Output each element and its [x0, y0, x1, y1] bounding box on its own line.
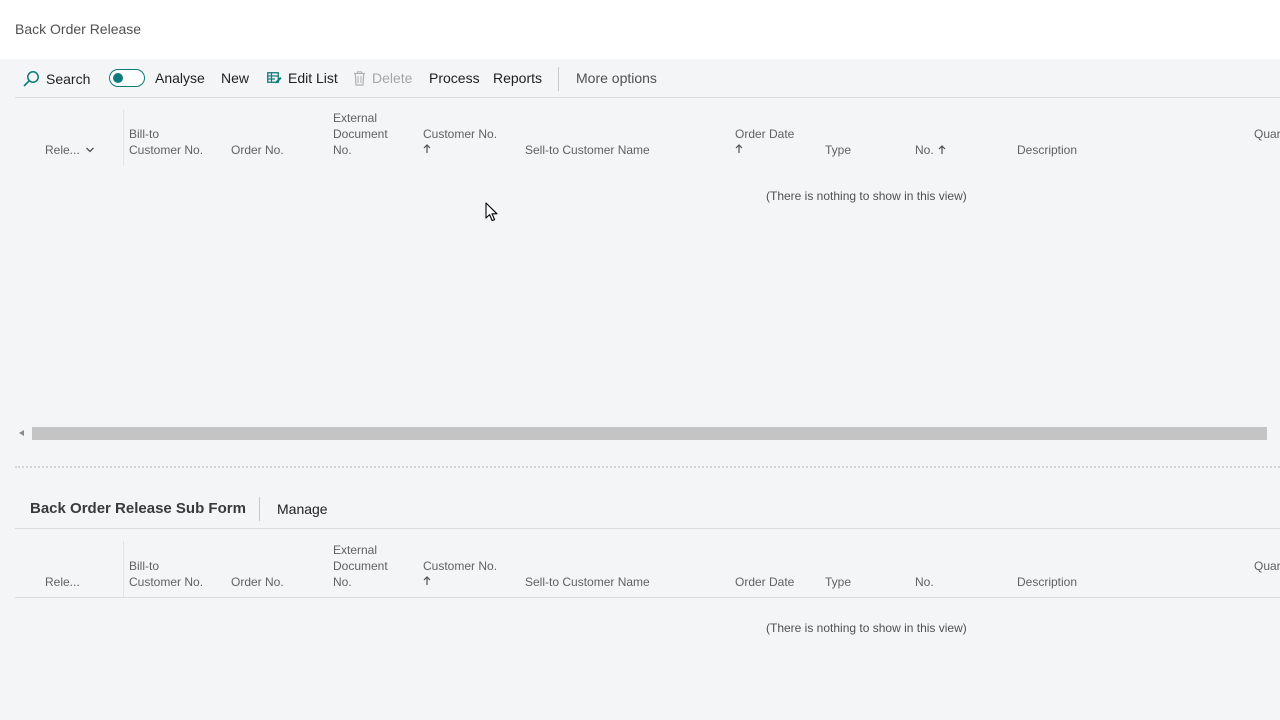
- column-order-date[interactable]: Order Date: [735, 574, 794, 590]
- column-description[interactable]: Description: [1017, 574, 1077, 590]
- scroll-left-icon[interactable]: [19, 430, 24, 436]
- subform-grid-empty-message: (There is nothing to show in this view): [766, 621, 967, 635]
- mouse-pointer-icon: [485, 202, 498, 222]
- column-type[interactable]: Type: [825, 574, 851, 590]
- subform-header-divider: [15, 597, 1280, 598]
- column-external-document-no[interactable]: External Document No.: [333, 110, 388, 158]
- column-divider: [123, 110, 124, 166]
- column-order-no[interactable]: Order No.: [231, 142, 284, 158]
- delete-label: Delete: [372, 70, 413, 86]
- column-label-line: Bill-to: [129, 127, 160, 141]
- column-label-line: No.: [333, 575, 352, 589]
- column-type[interactable]: Type: [825, 142, 851, 158]
- column-description[interactable]: Description: [1017, 142, 1077, 158]
- subform-grid-header: Rele... Bill-to Customer No. Order No. E…: [15, 541, 1280, 597]
- arrow-up-icon: [938, 145, 946, 154]
- column-bill-to-customer-no[interactable]: Bill-to Customer No.: [129, 558, 203, 590]
- edit-list-button[interactable]: Edit List: [267, 70, 338, 86]
- column-label-line: Bill-to: [129, 559, 160, 573]
- subform-title: Back Order Release Sub Form: [30, 500, 246, 517]
- arrow-up-icon: [423, 574, 497, 590]
- analyse-toggle[interactable]: [109, 69, 145, 87]
- search-label: Search: [46, 70, 91, 87]
- column-label-line: External: [333, 111, 378, 125]
- column-released[interactable]: Rele...: [45, 142, 95, 158]
- column-label-line: Customer No.: [129, 143, 204, 157]
- search-button[interactable]: Search: [23, 70, 90, 87]
- column-label-line: External: [333, 543, 378, 557]
- search-icon: [23, 71, 39, 87]
- column-customer-no[interactable]: Customer No.: [423, 126, 497, 158]
- column-label-line: Order Date: [735, 127, 795, 141]
- column-label-line: Document: [333, 127, 388, 141]
- column-external-document-no[interactable]: External Document No.: [333, 542, 388, 590]
- subform-separator: [259, 497, 260, 521]
- arrow-up-icon: [423, 142, 497, 158]
- column-label-line: No.: [333, 143, 352, 157]
- column-bill-to-customer-no[interactable]: Bill-to Customer No.: [129, 126, 203, 158]
- subform-header: Back Order Release Sub Form Manage: [15, 495, 1280, 529]
- column-no-label: No.: [915, 143, 934, 157]
- main-grid-header: Rele... Bill-to Customer No. Order No. E…: [15, 110, 1280, 166]
- page-header: Back Order Release: [0, 0, 1280, 59]
- horizontal-scrollbar[interactable]: [15, 427, 1280, 440]
- edit-list-icon: [267, 72, 282, 84]
- scrollbar-thumb[interactable]: [32, 427, 1267, 440]
- pane-splitter[interactable]: [15, 466, 1280, 468]
- manage-menu[interactable]: Manage: [277, 501, 328, 517]
- column-released[interactable]: Rele...: [45, 574, 80, 590]
- edit-list-label: Edit List: [288, 70, 338, 86]
- column-sell-to-customer-name[interactable]: Sell-to Customer Name: [525, 142, 650, 158]
- column-customer-no[interactable]: Customer No.: [423, 558, 497, 590]
- new-button[interactable]: New: [221, 70, 249, 86]
- arrow-up-icon: [735, 142, 794, 158]
- column-sell-to-customer-name[interactable]: Sell-to Customer Name: [525, 574, 650, 590]
- column-label-line: Customer No.: [423, 127, 498, 141]
- action-bar: Search Analyse New Edit List Delete Proc…: [15, 62, 1280, 98]
- trash-icon: [354, 70, 365, 86]
- column-label-line: Document: [333, 559, 388, 573]
- column-label-line: Customer No.: [423, 559, 498, 573]
- toggle-knob: [113, 72, 123, 83]
- chevron-down-icon[interactable]: [85, 146, 95, 154]
- column-no[interactable]: No.: [915, 574, 934, 590]
- column-quantity[interactable]: Quar: [1254, 126, 1280, 142]
- main-grid-empty-message: (There is nothing to show in this view): [766, 189, 967, 203]
- column-order-date[interactable]: Order Date: [735, 126, 794, 158]
- column-released-label: Rele...: [45, 143, 80, 157]
- delete-button[interactable]: Delete: [353, 70, 412, 86]
- column-order-no[interactable]: Order No.: [231, 574, 284, 590]
- reports-menu[interactable]: Reports: [493, 70, 542, 86]
- page-title: Back Order Release: [15, 21, 142, 37]
- column-label-line: Customer No.: [129, 575, 204, 589]
- column-no[interactable]: No.: [915, 142, 946, 158]
- action-separator: [558, 67, 559, 91]
- column-divider: [123, 541, 124, 597]
- more-options-button[interactable]: More options: [576, 70, 657, 86]
- analyse-label[interactable]: Analyse: [155, 70, 205, 86]
- column-quantity[interactable]: Quar: [1254, 558, 1280, 574]
- process-menu[interactable]: Process: [429, 70, 480, 86]
